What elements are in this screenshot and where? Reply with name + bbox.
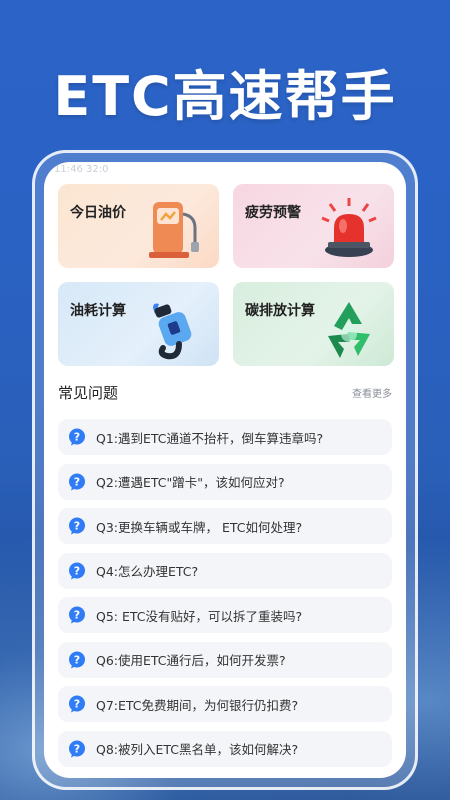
- svg-text:?: ?: [74, 475, 80, 488]
- question-bubble-icon: ?: [69, 562, 85, 579]
- faq-item[interactable]: ? Q6:使用ETC通行后，如何开发票?: [58, 641, 392, 678]
- faq-question: Q2:遭遇ETC"蹭卡"，该如何应对?: [96, 475, 285, 490]
- svg-text:?: ?: [74, 609, 80, 622]
- app-screen: 11:46 32:0 今日油价 疲劳预警 油耗计算 碳排放计算 常见问题 查看更…: [44, 162, 406, 778]
- question-bubble-icon: ?: [69, 428, 85, 446]
- faq-question: Q7:ETC免费期间，为何银行仍扣费?: [96, 697, 299, 713]
- svg-text:?: ?: [74, 564, 80, 577]
- svg-text:?: ?: [74, 742, 80, 755]
- feature-card-fatigue-warning[interactable]: 疲劳预警: [233, 184, 394, 268]
- question-bubble-icon: ?: [69, 651, 85, 668]
- faq-item[interactable]: ? Q2:遭遇ETC"蹭卡"，该如何应对?: [58, 463, 392, 500]
- faq-item[interactable]: ? Q1:遇到ETC通道不抬杆，倒车算违章吗?: [58, 419, 392, 455]
- faq-item[interactable]: ? Q3:更换车辆或车牌， ETC如何处理?: [58, 508, 392, 544]
- status-bar-ghost: 11:46 32:0: [54, 164, 109, 175]
- alarm-light-icon: [321, 198, 377, 257]
- faq-item[interactable]: ? Q8:被列入ETC黑名单，该如何解决?: [58, 730, 392, 767]
- faq-question: Q5: ETC没有贴好，可以拆了重装吗?: [96, 608, 303, 624]
- question-bubble-icon: ?: [69, 517, 85, 535]
- question-bubble-icon: ?: [69, 606, 85, 624]
- faq-question: Q1:遇到ETC通道不抬杆，倒车算违章吗?: [96, 430, 324, 446]
- faq-question: Q4:怎么办理ETC?: [96, 564, 199, 579]
- question-bubble-icon: ?: [69, 473, 85, 490]
- faq-section-title: 常见问题: [58, 384, 119, 402]
- see-more-link[interactable]: 查看更多: [352, 385, 392, 400]
- question-bubble-icon: ?: [69, 740, 85, 757]
- faq-question: Q8:被列入ETC黑名单，该如何解决?: [96, 742, 299, 757]
- recycle-icon: [328, 302, 370, 358]
- feature-card-carbon-calculator[interactable]: 碳排放计算: [233, 282, 394, 366]
- app-title: ETC高速帮手: [53, 65, 397, 128]
- faq-item[interactable]: ? Q5: ETC没有贴好，可以拆了重装吗?: [58, 597, 392, 633]
- faq-question: Q3:更换车辆或车牌， ETC如何处理?: [96, 519, 303, 535]
- faq-list: ? Q1:遇到ETC通道不抬杆，倒车算违章吗? ? Q2:遭遇ETC"蹭卡"，该…: [58, 419, 392, 775]
- phone-frame: 11:46 32:0 今日油价 疲劳预警 油耗计算 碳排放计算 常见问题 查看更…: [32, 150, 418, 790]
- feature-grid: 今日油价 疲劳预警 油耗计算 碳排放计算: [58, 184, 394, 366]
- faq-item[interactable]: ? Q7:ETC免费期间，为何银行仍扣费?: [58, 686, 392, 722]
- faq-question: Q6:使用ETC通行后，如何开发票?: [96, 653, 286, 668]
- svg-text:?: ?: [74, 431, 80, 444]
- svg-text:?: ?: [74, 653, 80, 666]
- question-bubble-icon: ?: [69, 695, 85, 713]
- svg-text:?: ?: [74, 698, 80, 711]
- svg-text:?: ?: [74, 520, 80, 533]
- feature-card-fuel-calculator[interactable]: 油耗计算: [58, 282, 219, 366]
- faq-item[interactable]: ? Q4:怎么办理ETC?: [58, 552, 392, 589]
- feature-card-oil-price[interactable]: 今日油价: [58, 184, 219, 268]
- fuel-nozzle-icon: [153, 303, 192, 360]
- faq-header: 常见问题 查看更多: [58, 382, 392, 403]
- gas-pump-icon: [149, 202, 199, 258]
